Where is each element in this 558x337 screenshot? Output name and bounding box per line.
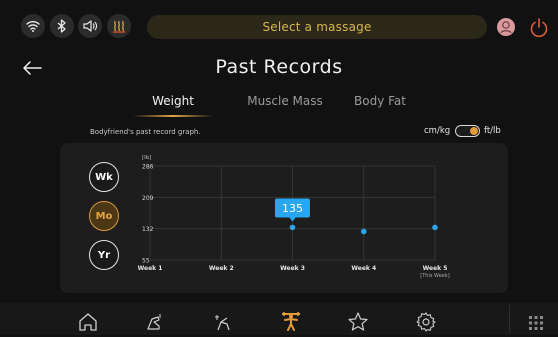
value-callout-pointer — [288, 216, 297, 222]
favorites-star-icon[interactable] — [347, 311, 369, 333]
x-tick-label: Week 4 — [351, 265, 376, 272]
y-tick-label: 132 — [142, 226, 154, 233]
body-records-icon[interactable] — [280, 309, 302, 331]
value-callout-label: 135 — [282, 202, 303, 215]
y-tick-label: 209 — [142, 195, 154, 202]
stretch-icon[interactable] — [212, 311, 234, 333]
x-tick-label: Week 2 — [209, 265, 234, 272]
app-grid-icon[interactable] — [529, 316, 543, 330]
massage-chair-icon[interactable] — [144, 311, 166, 333]
home-icon[interactable] — [77, 311, 99, 333]
data-point[interactable] — [432, 224, 438, 231]
x-tick-label: Week 3 — [280, 265, 305, 272]
x-tick-label: Week 1 — [138, 265, 163, 272]
y-unit-label: [lb] — [142, 155, 151, 161]
settings-gear-icon[interactable] — [415, 311, 437, 333]
y-tick-label: 55 — [142, 258, 150, 265]
data-point[interactable] — [289, 224, 296, 231]
data-point[interactable] — [360, 228, 367, 235]
nav-divider — [509, 305, 510, 333]
y-tick-label: 286 — [142, 164, 154, 171]
x-tick-sublabel: [This Week] — [420, 273, 449, 279]
weight-chart: 286 209 132 55 [lb] Week 1 Week 2 Week 3 Week 4 W… — [138, 155, 450, 279]
x-tick-label: Week 5 — [423, 265, 448, 272]
